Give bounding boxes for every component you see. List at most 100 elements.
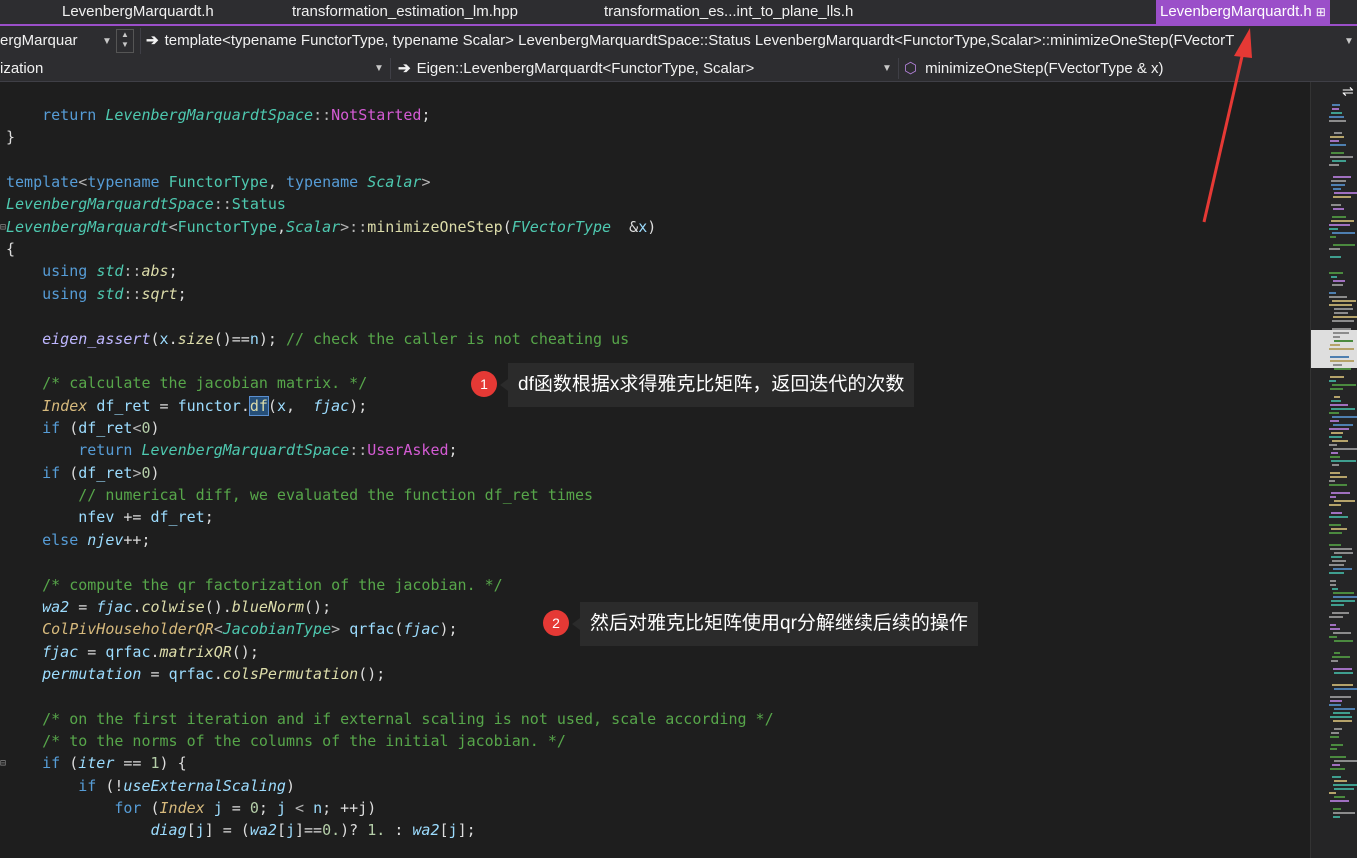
arrow-right-icon: ➔ (146, 32, 159, 49)
tab-transformation-estimation-lm[interactable]: transformation_estimation_lm.hpp (292, 0, 518, 24)
chevron-down-icon[interactable]: ▼ (1344, 36, 1354, 47)
minimap-line (1332, 684, 1353, 686)
code-line: ColPivHouseholderQR<JacobianType> qrfac(… (42, 620, 458, 638)
minimap-line (1333, 808, 1341, 810)
minimap-line (1330, 580, 1336, 582)
df-symbol-highlight[interactable]: df (248, 396, 269, 416)
minimap-line (1333, 720, 1352, 722)
code-line: if (!useExternalScaling) (78, 777, 295, 795)
minimap-line (1331, 204, 1341, 206)
minimap-line (1332, 160, 1346, 162)
minimap-line (1329, 224, 1350, 226)
minimap-line (1334, 708, 1355, 710)
minimap-line (1329, 296, 1347, 298)
minimap-line (1330, 548, 1352, 550)
minimap-line (1330, 756, 1346, 758)
minimap-line (1332, 216, 1346, 218)
minimap-line (1330, 700, 1342, 702)
minimap-line (1329, 516, 1348, 518)
scope-dropdown[interactable]: ization (0, 56, 370, 81)
split-icon[interactable]: ⇌ (1342, 83, 1354, 100)
tab-transformation-point-to-plane[interactable]: transformation_es...int_to_plane_lls.h (604, 0, 853, 24)
minimap-line (1329, 704, 1341, 706)
annotation-note-1: df函数根据x求得雅克比矩阵，返回迭代的次数 (499, 363, 915, 407)
minimap-line (1333, 188, 1341, 190)
minimap-line (1329, 532, 1342, 534)
minimap-line (1329, 480, 1335, 482)
signature-label: template<typename FunctorType, typename … (164, 32, 1235, 49)
minimap-line (1332, 320, 1354, 322)
minimap-line (1329, 248, 1340, 250)
class-dropdown[interactable]: ➔ Eigen::LevenbergMarquardt<FunctorType, … (398, 56, 878, 81)
chevron-down-icon[interactable]: ▼ (882, 63, 892, 74)
minimap-line (1331, 744, 1343, 746)
code-line: template<typename FunctorType, typename … (6, 173, 431, 191)
minimap-line (1334, 760, 1357, 762)
tab-levenbergmarquardt-h-active[interactable]: LevenbergMarquardt.h ⊞ (1156, 0, 1330, 24)
minimap-line (1330, 256, 1341, 258)
navigation-bar-bottom: ization ▼ ➔ Eigen::LevenbergMarquardt<Fun… (0, 56, 1357, 82)
file-scope-label: ergMarquar (0, 32, 78, 49)
minimap-line (1331, 408, 1355, 410)
minimap-line (1330, 388, 1343, 390)
pin-icon[interactable]: ⊞ (1316, 5, 1326, 19)
minimap-line (1331, 604, 1344, 606)
chevron-down-icon[interactable]: ▼ (102, 36, 112, 47)
minimap-line (1333, 784, 1357, 786)
minimap-line (1333, 448, 1357, 450)
tab-levenbergmarquardt-h-1[interactable]: LevenbergMarquardt.h (62, 0, 214, 24)
divider (140, 28, 141, 54)
minimap-line (1329, 116, 1344, 118)
minimap-line (1332, 464, 1339, 466)
minimap-line (1332, 656, 1350, 658)
minimap-line (1331, 732, 1339, 734)
minimap-line (1330, 716, 1352, 718)
code-editor[interactable]: return LevenbergMarquardtSpace::NotStart… (0, 82, 1310, 858)
scroll-spinner[interactable]: ▲ ▼ (116, 29, 134, 53)
minimap-line (1330, 472, 1340, 474)
minimap-line (1332, 764, 1340, 766)
minimap-line (1334, 308, 1353, 310)
code-minimap[interactable] (1310, 82, 1357, 858)
minimap-line (1333, 332, 1349, 334)
code-line: /* compute the qr factorization of the j… (42, 576, 503, 594)
minimap-line (1333, 632, 1351, 634)
minimap-line (1329, 348, 1354, 350)
divider (898, 58, 899, 79)
minimap-line (1334, 552, 1353, 554)
minimap-line (1329, 120, 1346, 122)
minimap-line (1329, 524, 1341, 526)
chevron-down-icon[interactable]: ▼ (374, 63, 384, 74)
minimap-line (1330, 360, 1354, 362)
annotation-note-2: 然后对雅克比矩阵使用qr分解继续后续的操作 (572, 602, 978, 646)
signature-dropdown[interactable]: ➔ template<typename FunctorType, typename… (146, 26, 1336, 56)
minimap-line (1333, 816, 1340, 818)
code-line: return LevenbergMarquardtSpace::UserAske… (78, 441, 458, 459)
file-scope-dropdown[interactable]: ergMarquar (0, 26, 100, 56)
minimap-line (1331, 112, 1342, 114)
minimap-line (1334, 312, 1348, 314)
fold-toggle-icon[interactable]: ⊟ (0, 222, 6, 233)
minimap-line (1331, 528, 1347, 530)
code-line: wa2 = fjac.colwise().blueNorm(); (42, 598, 332, 616)
minimap-line (1334, 788, 1354, 790)
minimap-line (1330, 748, 1337, 750)
minimap-line (1332, 328, 1351, 330)
minimap-line (1329, 572, 1344, 574)
code-line: nfev += df_ret; (78, 508, 214, 526)
minimap-line (1331, 432, 1343, 434)
code-line: diag[j] = (wa2[j]==0.)? 1. : wa2[j]; (150, 821, 476, 839)
arrow-right-icon: ➔ (398, 60, 411, 77)
minimap-line (1334, 796, 1345, 798)
member-dropdown[interactable]: ⬡ minimizeOneStep(FVectorType & x) (904, 56, 1344, 81)
minimap-line (1333, 208, 1344, 210)
code-line: eigen_assert(x.size()==n); // check the … (42, 330, 630, 348)
code-line: Index df_ret = functor.df(x, fjac); (42, 396, 368, 416)
tab-label: LevenbergMarquardt.h (1160, 3, 1312, 20)
code-line: if (df_ret>0) (42, 464, 160, 482)
minimap-line (1331, 460, 1356, 462)
minimap-line (1329, 228, 1338, 230)
minimap-line (1330, 236, 1336, 238)
fold-toggle-icon[interactable]: ⊟ (0, 758, 6, 769)
minimap-line (1333, 316, 1357, 318)
